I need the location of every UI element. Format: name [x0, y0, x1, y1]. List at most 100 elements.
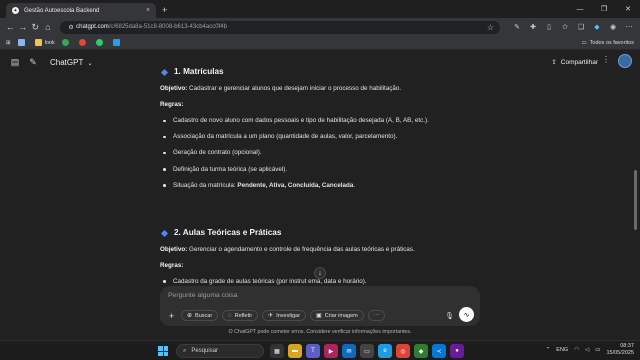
attach-plus-icon[interactable]: +: [166, 310, 177, 321]
new-tab-button[interactable]: +: [162, 5, 167, 15]
close-window-button[interactable]: ✕: [616, 0, 640, 18]
assistant-message: 1. Matrículas Objetivo: Cadastrar e gere…: [160, 67, 480, 294]
rules-list: Cadastro da grade de aulas teóricas (por…: [160, 278, 480, 286]
section-heading: 2. Aulas Teóricas e Práticas: [160, 228, 480, 239]
bookmark-item[interactable]: [17, 39, 28, 46]
minimize-button[interactable]: —: [568, 0, 592, 18]
tab-title: Gestão Autoescola Backend: [24, 7, 100, 14]
reason-button[interactable]: ◌ Refletir: [222, 310, 259, 321]
windows-taskbar: ⌕ Pesquisar ▦ ▬ T ▶ ✉ ▭ e ◎ ◆ ≺ ● ⌃ ENG …: [0, 340, 640, 360]
vscode-icon[interactable]: ≺: [432, 344, 446, 358]
list-item: Cadastro de novo aluno com dados pessoai…: [160, 117, 480, 125]
model-selector[interactable]: ChatGPT ⌄: [50, 58, 92, 67]
share-icon: ⇪: [551, 59, 557, 66]
chatgpt-favicon-icon: ✦: [12, 7, 19, 14]
composer-tools: + ⊕ Buscar ◌ Refletir ✈ Investigar ▣ Criar i…: [166, 310, 386, 321]
toolbar-icons: ✎ ✚ ▯ ✩ ❏ ◆ ◉ ⋯: [510, 20, 636, 34]
teams-icon[interactable]: T: [306, 344, 320, 358]
forward-icon[interactable]: →: [17, 20, 30, 34]
share-button[interactable]: ⇪ Compartilhar: [551, 55, 598, 69]
home-icon[interactable]: ⌂: [42, 20, 55, 34]
bookmark-item[interactable]: [78, 39, 89, 46]
browser-menu-icon[interactable]: ⋯: [622, 20, 636, 34]
image-icon: ▣: [316, 313, 322, 319]
scrollbar-thumb[interactable]: [634, 170, 637, 230]
file-explorer-icon[interactable]: ▬: [288, 344, 302, 358]
bookmarks-bar: ⊞ look ▭ Todos os favoritos: [0, 36, 640, 50]
telescope-icon: ✈: [268, 313, 274, 319]
voice-mode-button[interactable]: ∿: [459, 307, 474, 322]
more-tools-button[interactable]: ⋯: [367, 310, 386, 321]
battery-icon[interactable]: ▭: [595, 347, 600, 353]
search-icon: ⌕: [183, 347, 187, 354]
prompt-input[interactable]: Pergunte alguma coisa: [168, 292, 238, 299]
chrome-icon[interactable]: ◎: [396, 344, 410, 358]
app-icon[interactable]: ●: [450, 344, 464, 358]
list-item: Cadastro da grade de aulas teóricas (por…: [160, 278, 480, 286]
extensions-icon[interactable]: ✚: [526, 20, 540, 34]
favorites-icon[interactable]: ✩: [558, 20, 572, 34]
microphone-icon[interactable]: 🎙: [445, 312, 454, 320]
system-tray: ⌃ ENG ◠ ◁ ▭ 08:37 15/05/2025: [546, 343, 634, 356]
list-item: Definição da turma teórica (se aplicável…: [160, 166, 480, 174]
bookmark-item[interactable]: [112, 39, 123, 46]
bookmark-item[interactable]: [61, 39, 72, 46]
browser-tab[interactable]: ✦ Gestão Autoescola Backend ×: [6, 3, 156, 18]
taskbar-search[interactable]: ⌕ Pesquisar: [176, 344, 264, 358]
browser-tab-bar: ✦ Gestão Autoescola Backend × +: [0, 0, 640, 18]
more-options-icon[interactable]: ⋮: [602, 55, 610, 64]
globe-icon: ⊕: [187, 313, 193, 319]
chevron-down-icon: ⌄: [87, 60, 93, 67]
wifi-icon[interactable]: ◠: [574, 347, 579, 353]
sidebar-toggle-icon[interactable]: ▤: [8, 55, 22, 69]
back-icon[interactable]: ←: [4, 20, 17, 34]
mail-icon[interactable]: ✉: [342, 344, 356, 358]
maximize-button[interactable]: ❐: [592, 0, 616, 18]
user-avatar[interactable]: [618, 54, 632, 68]
clock[interactable]: 08:37 15/05/2025: [606, 343, 634, 356]
rules-label: Regras:: [160, 100, 184, 108]
reload-icon[interactable]: ↻: [29, 20, 42, 34]
apps-grid-icon[interactable]: ⊞: [6, 40, 11, 46]
start-button[interactable]: [158, 346, 168, 356]
media-app-icon[interactable]: ▶: [324, 344, 338, 358]
bookmark-star-icon[interactable]: ☆: [487, 23, 494, 32]
rules-list: Cadastro de novo aluno com dados pessoai…: [160, 117, 480, 190]
list-item: Situação da matrícula: Pendente, Ativa, …: [160, 182, 480, 190]
tray-chevron-icon[interactable]: ⌃: [546, 347, 551, 353]
edge-icon[interactable]: e: [378, 344, 392, 358]
search-button[interactable]: ⊕ Buscar: [181, 310, 219, 321]
site-info-icon[interactable]: ⚙: [66, 20, 76, 34]
task-view-icon[interactable]: ▦: [270, 344, 284, 358]
objective-paragraph: Objetivo: Gerenciar o agendamento e cont…: [160, 245, 415, 253]
bookmark-item-look[interactable]: look: [34, 39, 55, 46]
copilot-icon[interactable]: ◆: [590, 20, 604, 34]
diamond-icon: [160, 68, 169, 76]
message-composer[interactable]: Pergunte alguma coisa + ⊕ Buscar ◌ Refleti…: [160, 286, 480, 326]
url-path: /c/6825da8a-51c8-8008-b613-43cb4acc0f4b: [108, 24, 227, 30]
section-heading: 1. Matrículas: [160, 67, 480, 78]
split-view-icon[interactable]: ▯: [542, 20, 556, 34]
profile-icon[interactable]: ◉: [606, 20, 620, 34]
lightbulb-icon: ◌: [228, 312, 232, 319]
language-indicator[interactable]: ENG: [556, 347, 568, 353]
app-icon[interactable]: ◆: [414, 344, 428, 358]
tab-close-icon[interactable]: ×: [146, 7, 150, 14]
volume-icon[interactable]: ◁: [585, 347, 589, 353]
browser-toolbar: ← → ↻ ⌂ ⚙ chatgpt.com /c/6825da8a-51c8-8…: [0, 18, 640, 36]
diamond-icon: [160, 229, 169, 237]
objective-paragraph: Objetivo: Cadastrar e gerenciar alunos q…: [160, 84, 402, 92]
create-image-button[interactable]: ▣ Criar imagem: [310, 310, 364, 321]
new-chat-icon[interactable]: ✎: [26, 55, 40, 69]
folder-icon: ▭: [581, 39, 587, 46]
collections-icon[interactable]: ❏: [574, 20, 588, 34]
extension-pen-icon[interactable]: ✎: [510, 20, 524, 34]
deep-research-button[interactable]: ✈ Investigar: [262, 310, 307, 321]
list-item: Associação da matrícula a um plano (quan…: [160, 133, 480, 141]
terminal-icon[interactable]: ▭: [360, 344, 374, 358]
scroll-down-button[interactable]: ↓: [314, 267, 326, 279]
address-bar[interactable]: ⚙ chatgpt.com /c/6825da8a-51c8-8008-b613…: [60, 20, 500, 34]
bookmark-item[interactable]: [95, 39, 106, 46]
url-host: chatgpt.com: [76, 24, 109, 30]
all-favorites-folder[interactable]: ▭ Todos os favoritos: [581, 40, 634, 46]
